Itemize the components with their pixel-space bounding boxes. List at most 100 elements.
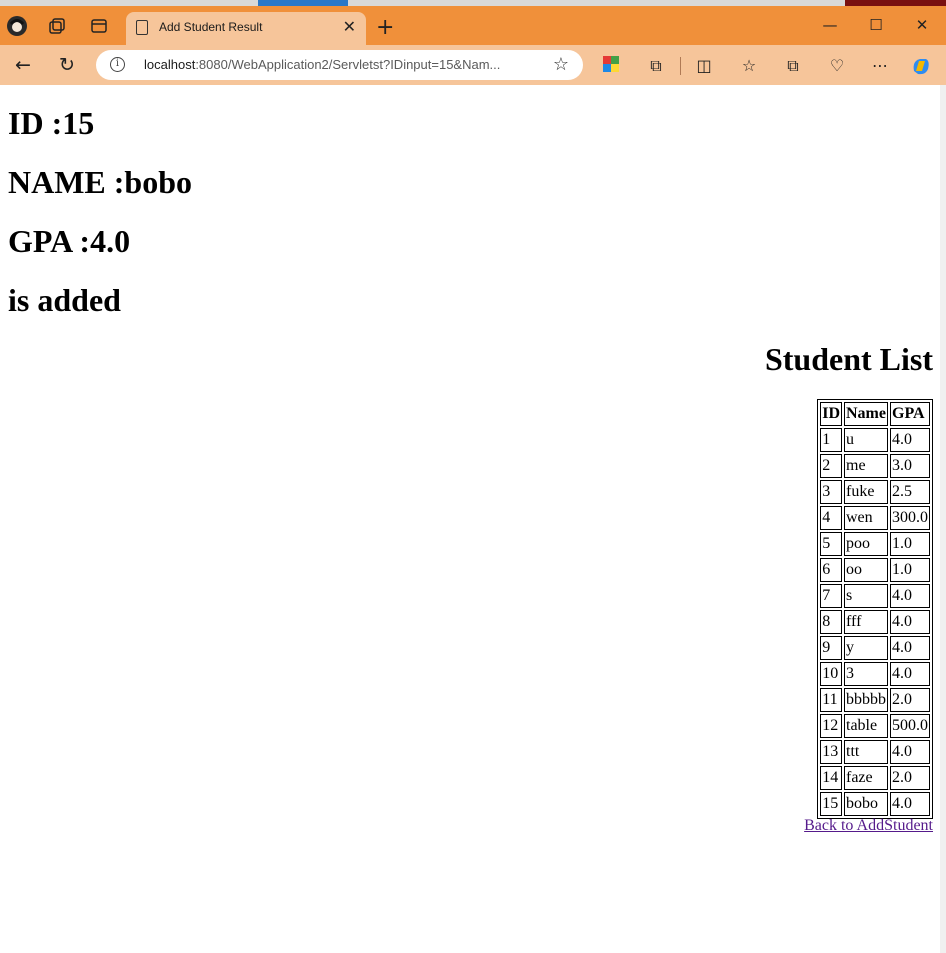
workspaces-icon[interactable]: [46, 15, 68, 37]
table-row: 7 s 4.0: [820, 584, 930, 608]
cell-gpa: 1.0: [890, 558, 930, 582]
table-row: 4 wen 300.0: [820, 506, 930, 530]
url-text[interactable]: localhost:8080/WebApplication2/Servletst…: [144, 57, 500, 72]
toolbar-divider: [680, 57, 681, 75]
tab-add-student-result[interactable]: Add Student Result ✕: [126, 12, 366, 45]
cell-id: 6: [820, 558, 842, 582]
cell-id: 10: [820, 662, 842, 686]
cell-gpa: 500.0: [890, 714, 930, 738]
refresh-icon[interactable]: ↻: [54, 53, 80, 77]
table-row: 11 bbbbb 2.0: [820, 688, 930, 712]
cell-gpa: 4.0: [890, 636, 930, 660]
address-bar[interactable]: i localhost:8080/WebApplication2/Servlet…: [96, 50, 583, 80]
close-tab-icon[interactable]: ✕: [343, 17, 356, 36]
cell-name: ttt: [844, 740, 888, 764]
table-row: 12 table 500.0: [820, 714, 930, 738]
table-row: 9 y 4.0: [820, 636, 930, 660]
cell-gpa: 4.0: [890, 662, 930, 686]
result-name-heading: NAME :bobo: [8, 164, 193, 200]
extension-color-icon[interactable]: [600, 55, 622, 77]
result-gpa-heading: GPA :4.0: [8, 223, 131, 259]
cell-id: 4: [820, 506, 842, 530]
cell-gpa: 1.0: [890, 532, 930, 556]
student-table: ID Name GPA 1 u 4.0 2 me 3.0 3 fuke 2.5 4 wen 30…: [817, 399, 933, 819]
more-menu-icon[interactable]: ⋯: [869, 55, 891, 77]
cell-gpa: 300.0: [890, 506, 930, 530]
result-status-heading: is added: [8, 282, 121, 318]
table-row: 5 poo 1.0: [820, 532, 930, 556]
cell-gpa: 2.5: [890, 480, 930, 504]
cell-id: 13: [820, 740, 842, 764]
cell-name: u: [844, 428, 888, 452]
cell-gpa: 2.0: [890, 688, 930, 712]
cell-name: fuke: [844, 480, 888, 504]
new-tab-icon[interactable]: +: [376, 17, 394, 39]
favorites-icon[interactable]: ☆: [738, 55, 760, 77]
cell-name: faze: [844, 766, 888, 790]
cell-gpa: 2.0: [890, 766, 930, 790]
cell-name: fff: [844, 610, 888, 634]
title-bar: Add Student Result ✕ + — ☐ ✕: [0, 6, 946, 45]
column-header-name: Name: [844, 402, 888, 426]
tab-title: Add Student Result: [159, 20, 263, 34]
cell-id: 12: [820, 714, 842, 738]
cell-gpa: 4.0: [890, 610, 930, 634]
cell-name: bbbbb: [844, 688, 888, 712]
table-row: 1 u 4.0: [820, 428, 930, 452]
cell-id: 9: [820, 636, 842, 660]
cell-name: oo: [844, 558, 888, 582]
table-row: 13 ttt 4.0: [820, 740, 930, 764]
cell-id: 5: [820, 532, 842, 556]
cell-id: 2: [820, 454, 842, 478]
cell-name: me: [844, 454, 888, 478]
collections-icon[interactable]: ⧉: [782, 55, 804, 77]
minimize-icon[interactable]: —: [810, 12, 850, 38]
cell-id: 8: [820, 610, 842, 634]
cell-gpa: 4.0: [890, 740, 930, 764]
cell-gpa: 3.0: [890, 454, 930, 478]
table-row: 10 3 4.0: [820, 662, 930, 686]
scrollbar[interactable]: [940, 85, 946, 953]
copilot-icon[interactable]: [910, 55, 932, 77]
table-row: 2 me 3.0: [820, 454, 930, 478]
url-host: localhost: [144, 57, 196, 72]
result-id-heading: ID :15: [8, 105, 95, 141]
cell-name: 3: [844, 662, 888, 686]
profile-avatar-icon[interactable]: [6, 15, 28, 37]
cell-gpa: 4.0: [890, 792, 930, 816]
favorite-star-icon[interactable]: ☆: [553, 54, 569, 75]
split-screen-icon[interactable]: ◫: [693, 55, 715, 77]
table-row: 3 fuke 2.5: [820, 480, 930, 504]
table-header-row: ID Name GPA: [820, 402, 930, 426]
cell-gpa: 4.0: [890, 584, 930, 608]
site-info-icon[interactable]: i: [110, 57, 125, 72]
cell-name: s: [844, 584, 888, 608]
cell-id: 11: [820, 688, 842, 712]
cell-id: 14: [820, 766, 842, 790]
table-row: 6 oo 1.0: [820, 558, 930, 582]
cell-name: y: [844, 636, 888, 660]
cell-name: wen: [844, 506, 888, 530]
url-path: :8080/WebApplication2/Servletst?IDinput=…: [195, 57, 501, 72]
browser-toolbar: ← ↻ i localhost:8080/WebApplication2/Ser…: [0, 45, 946, 85]
student-list-title: Student List: [764, 341, 933, 377]
maximize-icon[interactable]: ☐: [856, 12, 896, 38]
tab-actions-icon[interactable]: [88, 15, 110, 37]
table-row: 15 bobo 4.0: [820, 792, 930, 816]
close-window-icon[interactable]: ✕: [902, 12, 942, 38]
back-to-addstudent-link[interactable]: Back to AddStudent: [804, 817, 933, 835]
cell-id: 15: [820, 792, 842, 816]
cell-name: poo: [844, 532, 888, 556]
back-arrow-icon[interactable]: ←: [10, 53, 36, 77]
cell-name: bobo: [844, 792, 888, 816]
cell-gpa: 4.0: [890, 428, 930, 452]
cell-id: 3: [820, 480, 842, 504]
table-row: 14 faze 2.0: [820, 766, 930, 790]
table-row: 8 fff 4.0: [820, 610, 930, 634]
page-icon: [136, 20, 148, 35]
cell-id: 7: [820, 584, 842, 608]
extensions-puzzle-icon[interactable]: ⧉: [645, 55, 667, 77]
browser-essentials-icon[interactable]: ♡: [826, 55, 848, 77]
cell-id: 1: [820, 428, 842, 452]
column-header-gpa: GPA: [890, 402, 930, 426]
